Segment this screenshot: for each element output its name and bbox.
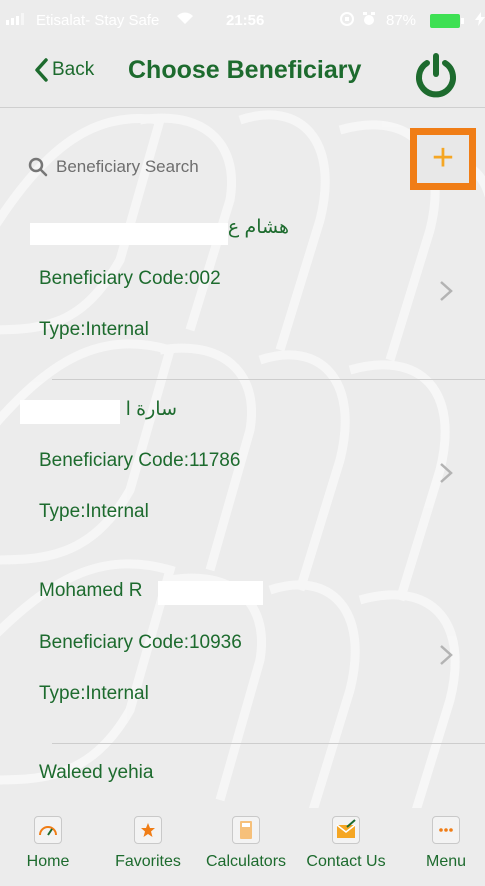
beneficiary-name: Mohamed R [39,580,143,601]
alarm-icon [362,12,376,30]
wifi-icon [176,11,194,29]
battery-percent: 87% [386,12,417,29]
redacted-block [20,400,120,424]
power-icon[interactable] [413,52,459,98]
navigation-bar: Back Choose Beneficiary [0,40,485,108]
tab-label: Contact Us [306,853,386,870]
beneficiary-name: Waleed yehia [39,762,154,783]
lock-rotation-icon [340,12,354,30]
beneficiary-code: Beneficiary Code:11786 [39,450,241,471]
page-title: Choose Beneficiary [128,56,362,84]
beneficiary-name: هشام ع [227,217,289,238]
chevron-left-icon [35,58,48,82]
tab-favorites[interactable]: Favorites [108,808,188,871]
clock: 21:56 [226,12,265,29]
list-item[interactable]: هشام ع Beneficiary Code:002 Type:Interna… [0,198,485,380]
tab-label: Calculators [205,853,287,870]
add-beneficiary-highlight: + [410,128,476,190]
more-icon [432,816,460,844]
speedometer-icon [34,816,62,844]
calculator-icon [232,816,260,844]
battery-icon [430,14,464,32]
chevron-right-icon [440,463,453,483]
beneficiary-type: Type:Internal [39,683,149,704]
list-item[interactable]: Waleed yehia [0,744,485,804]
redacted-block [158,581,263,605]
tab-menu[interactable]: Menu [420,808,472,871]
signal-icon [6,12,28,29]
back-label: Back [52,59,95,80]
beneficiary-list: هشام ع Beneficiary Code:002 Type:Interna… [0,198,485,804]
tab-calculators[interactable]: Calculators [200,808,292,871]
list-item[interactable]: سارة ا Beneficiary Code:11786 Type:Inter… [0,380,485,562]
chevron-right-icon [440,645,453,665]
beneficiary-search[interactable] [28,150,328,184]
redacted-block [30,223,228,245]
chevron-right-icon [440,281,453,301]
beneficiary-code: Beneficiary Code:002 [39,268,221,289]
envelope-icon [332,816,360,844]
star-icon [134,816,162,844]
add-beneficiary-button[interactable]: + [417,135,469,183]
tab-label: Menu [425,853,467,870]
charging-icon [475,12,485,30]
beneficiary-type: Type:Internal [39,319,149,340]
back-button[interactable]: Back [34,58,94,82]
tab-label: Home [26,853,70,870]
carrier-label: Etisalat- Stay Safe [36,12,160,29]
beneficiary-code: Beneficiary Code:10936 [39,632,242,653]
beneficiary-type: Type:Internal [39,501,149,522]
beneficiary-name: سارة ا [125,399,177,420]
tab-home[interactable]: Home [20,808,76,871]
tab-bar: Home Favorites Calculators Contact Us Me… [0,808,485,886]
tab-label: Favorites [115,853,181,870]
tab-contact-us[interactable]: Contact Us [300,808,392,871]
status-bar: Etisalat- Stay Safe 21:56 87% [0,0,485,40]
list-item[interactable]: Mohamed R Beneficiary Code:10936 Type:In… [0,562,485,744]
search-input[interactable] [54,156,318,178]
search-icon [28,157,48,177]
